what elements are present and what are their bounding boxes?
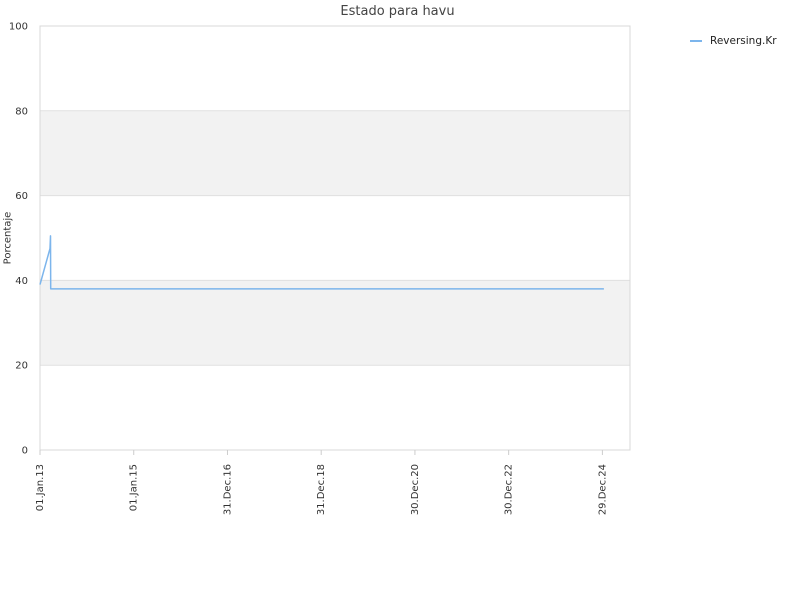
plot-band xyxy=(40,110,630,196)
x-tick-label: 30.Dec.20 xyxy=(410,464,421,515)
x-tick-label: 01.Jan.13 xyxy=(35,464,46,511)
legend[interactable]: Reversing.Kr xyxy=(690,35,777,47)
plot-band xyxy=(40,280,630,366)
legend-label: Reversing.Kr xyxy=(710,35,777,47)
plot-frame xyxy=(39,25,631,451)
x-tick-label: 01.Jan.15 xyxy=(129,464,140,511)
x-tick-label: 29.Dec.24 xyxy=(597,464,608,515)
y-tick-label: 100 xyxy=(9,22,28,33)
y-tick-label: 80 xyxy=(15,106,28,117)
y-tick-label: 60 xyxy=(15,191,28,202)
plot-area: 0 20 40 60 80 100 01.Jan.13 01.Jan.15 31.Dec.16 3… xyxy=(9,22,631,515)
legend-swatch xyxy=(690,40,702,42)
y-tick-label: 40 xyxy=(15,276,28,287)
y-tick-label: 20 xyxy=(15,361,28,372)
x-tick-label: 31.Dec.16 xyxy=(222,464,233,515)
chart-container: Estado para havu Porcentaje 0 20 40 60 80 100… xyxy=(0,0,800,600)
x-tick-label: 31.Dec.18 xyxy=(316,464,327,515)
x-tick-label: 30.Dec.22 xyxy=(504,464,515,515)
y-tick-label: 0 xyxy=(22,446,28,457)
